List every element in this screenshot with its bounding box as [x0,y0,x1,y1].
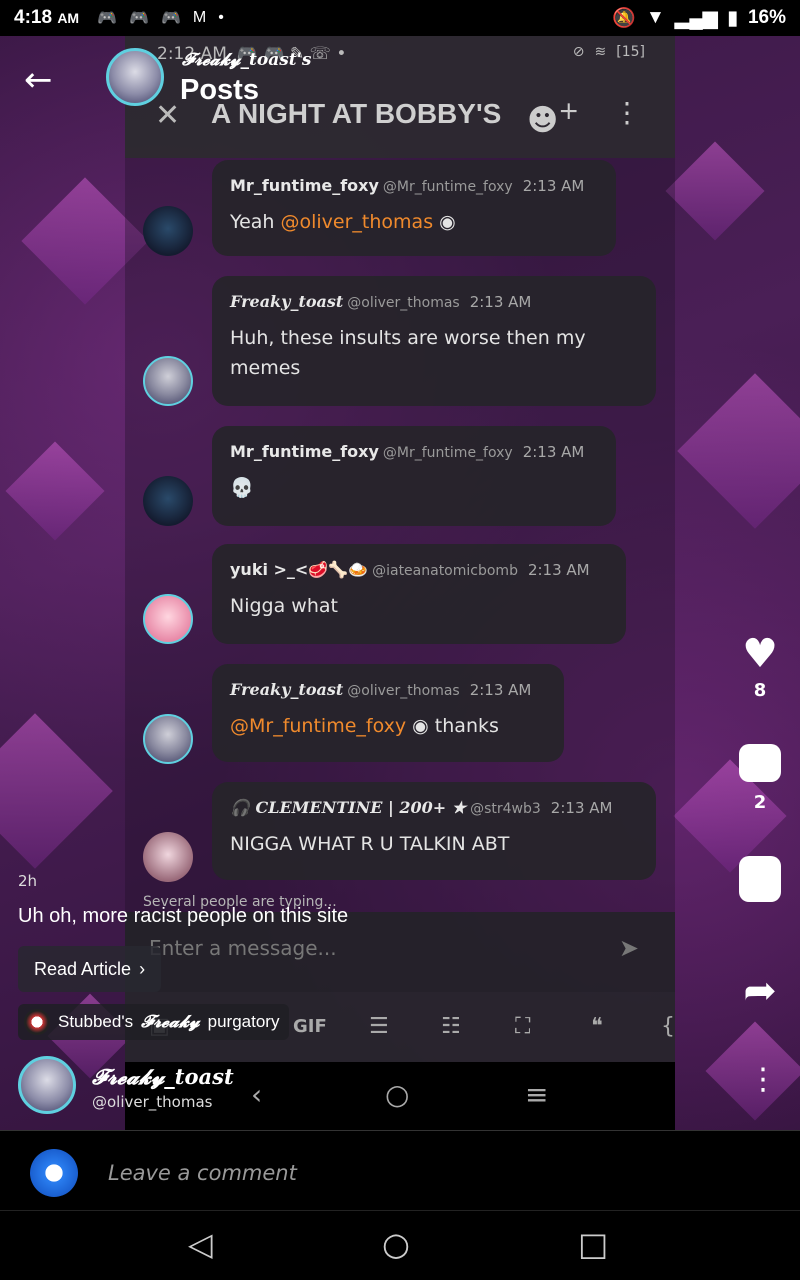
battery-icon: ▮ [727,7,738,29]
chat-screenshot: 2:12 AM 🎮 🎮 ✎ ☏ • ⊘ ≋ [15] ✕ A NIGHT AT … [125,36,675,1130]
avatar-icon: ◉ [439,211,456,233]
status-time: 4:18 AM [14,7,80,28]
comment-icon [739,744,781,782]
chat-status-right: ⊘ ≋ [15] [573,44,645,60]
numbered-list-icon: ☷ [441,1014,461,1039]
like-count: 8 [753,680,767,701]
more-vertical-icon[interactable]: ⋮ [748,1062,778,1097]
message-bubble: yuki >_<🥩🦴🍛 @iateanatomicbomb 2:13 AM Nigg… [212,544,626,644]
avatar [143,206,193,256]
close-icon: ✕ [155,98,181,133]
signal-icon: ▂▄▆ [674,7,718,29]
back-icon[interactable]: ◁ [188,1225,213,1263]
message-bubble: Freaky_toast @oliver_thomas 2:13 AM Huh, t… [212,276,656,406]
author-handle: @oliver_thomas [92,1093,213,1111]
back-icon: ‹ [251,1078,263,1111]
read-article-button[interactable]: Read Article › [18,946,162,992]
message-bubble: Mr_funtime_foxy @Mr_funtime_foxy 2:13 AM 💀 [212,426,616,526]
owner-avatar[interactable] [106,48,164,106]
author-name[interactable]: 𝓕𝓻𝓮𝓪𝓴𝔂_toast [92,1064,234,1090]
spoiler-icon: ⛶ [515,1014,531,1039]
user-avatar [30,1149,78,1197]
quote-icon: ❝ [591,1014,603,1039]
wifi-icon: ≋ [594,44,607,60]
bullet-list-icon: ☰ [369,1014,389,1039]
recents-icon[interactable]: □ [578,1225,608,1263]
share-icon: ➦ [743,968,777,1014]
battery-icon: [15] [616,44,645,60]
back-arrow-icon[interactable]: ← [24,60,53,100]
post-caption: Uh oh, more racist people on this site [18,905,349,927]
avatar [143,356,193,406]
discord-icon: 🎮 [160,10,181,27]
more-vertical-icon: ⋮ [613,96,641,129]
home-icon[interactable]: ○ [382,1225,410,1263]
share-button[interactable]: ➦ [736,968,784,1014]
send-icon: ➤ [618,934,639,962]
gif-icon: GIF [293,1016,327,1037]
message-bubble: Freaky_toast @oliver_thomas 2:13 AM @Mr_fu… [212,664,564,762]
heart-icon: ♥ [742,631,778,677]
avatar [143,832,193,882]
battery-percent: 16% [747,7,786,28]
props-icon [739,856,781,902]
home-icon: ○ [385,1078,410,1111]
message-bubble: Mr_funtime_foxy @Mr_funtime_foxy 2:13 AM Y… [212,160,616,256]
mute-icon: 🔕 [612,8,636,29]
message-bubble: 🎧 CLEMENTINE | 200+ ★ @str4wb3 2:13 AM NIG… [212,782,656,880]
comment-bar[interactable]: Leave a comment [0,1130,800,1210]
avatar [143,476,193,526]
post-age: 2h [18,872,38,890]
avatar [143,714,193,764]
comment-count: 2 [753,792,767,813]
status-bar: 4:18 AM 🎮 🎮 🎮 M • 🔕 ▼ ▂▄▆ ▮ 16% [0,0,800,36]
dot-icon: • [218,9,224,26]
gmail-icon: M [192,9,207,26]
avatar-icon: ◉ [412,715,429,737]
author-avatar[interactable] [18,1056,76,1114]
like-button[interactable]: ♥ 8 [736,632,784,701]
props-button[interactable] [736,856,784,902]
discord-icon: 🎮 [129,10,149,27]
dnd-icon: ⊘ [572,44,585,60]
community-icon [24,1009,50,1035]
chevron-right-icon: › [139,958,146,979]
wifi-icon: ▼ [646,7,665,28]
system-nav-bar: ◁ ○ □ [0,1210,800,1280]
discord-icon: 🎮 [97,10,118,27]
comment-input[interactable]: Leave a comment [108,1161,297,1185]
page-title: Posts [180,74,259,106]
community-chip[interactable]: Stubbed's 𝓕𝓻𝓮𝓪𝓴𝔂 purgatory [18,1004,290,1040]
owner-name: 𝓕𝓻𝓮𝓪𝓴𝔂_toast's [182,50,312,70]
comment-button[interactable]: 2 [736,744,784,813]
add-reaction-icon: ☻+ [527,96,580,138]
brace-icon: { [661,1014,675,1039]
avatar [143,594,193,644]
menu-icon: ≡ [525,1078,549,1111]
